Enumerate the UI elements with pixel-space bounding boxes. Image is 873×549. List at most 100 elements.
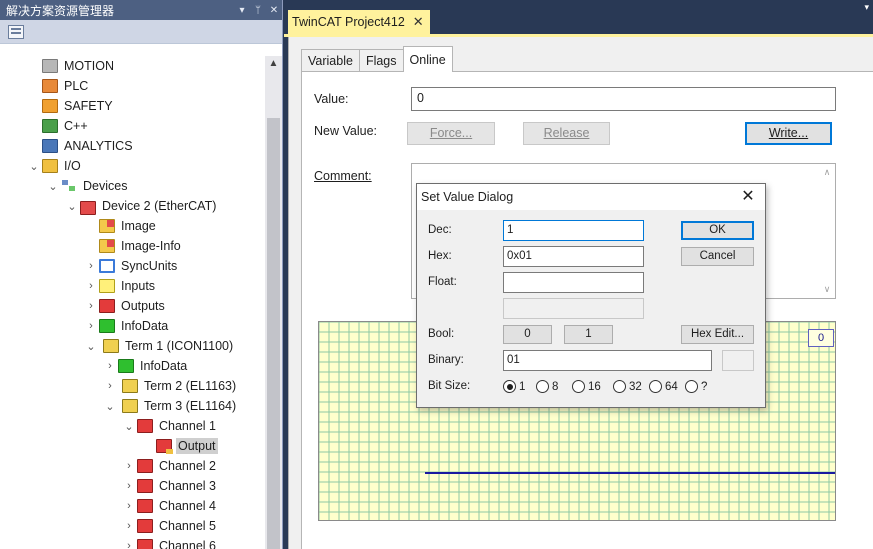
tab-flags[interactable]: Flags xyxy=(358,49,404,71)
tab-online[interactable]: Online xyxy=(402,46,453,72)
bit-size-option[interactable]: 8 xyxy=(536,380,558,393)
terminal-icon xyxy=(122,399,138,413)
expand-arrow-icon[interactable]: › xyxy=(121,518,137,534)
collapse-arrow-icon[interactable]: ⌄ xyxy=(121,418,137,434)
collapse-arrow-icon[interactable]: ⌄ xyxy=(26,158,42,174)
bool-1-button[interactable]: 1 xyxy=(564,325,613,344)
expand-arrow-icon[interactable]: › xyxy=(83,258,99,274)
radio-button[interactable] xyxy=(503,380,516,393)
tree-item[interactable]: C++ xyxy=(0,116,265,136)
dropdown-icon[interactable]: ▾ xyxy=(234,5,250,16)
close-tab-icon[interactable]: ✕ xyxy=(413,14,424,30)
tree-item[interactable]: ⌄ Channel 1 xyxy=(0,416,265,436)
release-button[interactable]: Release xyxy=(523,122,610,145)
expand-arrow-icon[interactable]: › xyxy=(83,278,99,294)
cancel-button[interactable]: Cancel xyxy=(681,247,754,266)
release-button-label: Release xyxy=(543,126,590,140)
expand-arrow-icon[interactable]: › xyxy=(121,498,137,514)
tree-item-label: MOTION xyxy=(64,59,114,73)
radio-button[interactable] xyxy=(649,380,662,393)
scroll-up-icon[interactable]: ∧ xyxy=(819,167,835,178)
comment-scrollbar[interactable]: ∧ ∨ xyxy=(819,164,835,298)
expand-arrow-icon[interactable]: › xyxy=(83,298,99,314)
tree-item[interactable]: ⌄ Term 1 (ICON1100) xyxy=(0,336,265,356)
radio-button[interactable] xyxy=(685,380,698,393)
tree-item[interactable]: › Term 2 (EL1163) xyxy=(0,376,265,396)
tree-scrollbar[interactable]: ▲ xyxy=(265,56,282,549)
tree-item[interactable]: Output xyxy=(0,436,265,456)
tree-item[interactable]: Image xyxy=(0,216,265,236)
force-button[interactable]: Force... xyxy=(407,122,495,145)
tree-item[interactable]: › Channel 6 xyxy=(0,536,265,549)
tree-item[interactable]: › Channel 4 xyxy=(0,496,265,516)
expand-arrow-icon[interactable]: › xyxy=(83,318,99,334)
tab-variable[interactable]: Variable xyxy=(301,49,360,71)
scroll-up-icon[interactable]: ▲ xyxy=(265,58,282,72)
bit-size-option[interactable]: ? xyxy=(685,380,707,393)
solution-explorer-panel: 解决方案资源管理器 ▾ ᛘ ✕ MOTION PLC SAFETY C++ ANALYT… xyxy=(0,0,283,549)
inputs-icon xyxy=(99,279,115,293)
radio-button[interactable] xyxy=(536,380,549,393)
outputs-icon xyxy=(99,299,115,313)
expand-arrow-icon[interactable]: › xyxy=(121,478,137,494)
comment-label-text: Comment: xyxy=(314,169,372,183)
tree-item-label: InfoData xyxy=(121,319,169,333)
expand-arrow-icon[interactable]: › xyxy=(102,378,118,394)
tree-item[interactable]: PLC xyxy=(0,76,265,96)
radio-button[interactable] xyxy=(613,380,626,393)
radio-button[interactable] xyxy=(572,380,585,393)
tree-item[interactable]: ANALYTICS xyxy=(0,136,265,156)
expand-arrow-icon[interactable]: › xyxy=(121,538,137,549)
hex-input[interactable]: 0x01 xyxy=(503,246,644,267)
scrollbar-thumb[interactable] xyxy=(267,118,280,549)
tree-item[interactable]: Image-Info xyxy=(0,236,265,256)
collapse-arrow-icon[interactable]: ⌄ xyxy=(64,198,80,214)
collapse-arrow-icon[interactable]: ⌄ xyxy=(83,338,99,354)
tree-item[interactable]: SAFETY xyxy=(0,96,265,116)
ok-button[interactable]: OK xyxy=(681,221,754,240)
expand-arrow-icon[interactable]: › xyxy=(102,358,118,374)
tree-item[interactable]: › Channel 2 xyxy=(0,456,265,476)
tree-item-label: Channel 1 xyxy=(159,419,216,433)
close-icon[interactable]: ✕ xyxy=(731,184,765,210)
scroll-down-icon[interactable]: ∨ xyxy=(819,284,835,295)
tree-item[interactable]: › Inputs xyxy=(0,276,265,296)
write-button[interactable]: Write... xyxy=(745,122,832,145)
close-icon[interactable]: ✕ xyxy=(266,5,282,16)
document-tab[interactable]: TwinCAT Project412 ✕ xyxy=(288,10,430,34)
bit-size-option[interactable]: 1 xyxy=(503,380,525,393)
tree-item[interactable]: › InfoData xyxy=(0,316,265,336)
channel-icon xyxy=(137,499,153,513)
tree-item[interactable]: › Channel 3 xyxy=(0,476,265,496)
dec-input[interactable]: 1 xyxy=(503,220,644,241)
hex-edit-button[interactable]: Hex Edit... xyxy=(681,325,754,344)
collapse-all-icon[interactable] xyxy=(8,24,24,39)
tree-item[interactable]: › Outputs xyxy=(0,296,265,316)
collapse-arrow-icon[interactable]: ⌄ xyxy=(102,398,118,414)
force-button-label: Force... xyxy=(429,126,473,140)
bit-size-option-label: 32 xyxy=(629,380,642,393)
tree-item[interactable]: ⌄ I/O xyxy=(0,156,265,176)
binary-input[interactable]: 01 xyxy=(503,350,712,371)
expand-arrow-icon[interactable]: › xyxy=(121,458,137,474)
bit-size-option[interactable]: 16 xyxy=(572,380,601,393)
tree-item[interactable]: › InfoData xyxy=(0,356,265,376)
tab-overflow-icon[interactable]: ▾ xyxy=(864,2,869,13)
collapse-arrow-icon[interactable]: ⌄ xyxy=(45,178,61,194)
bool-0-button[interactable]: 0 xyxy=(503,325,552,344)
tree-item[interactable]: ⌄ Devices xyxy=(0,176,265,196)
float-input[interactable] xyxy=(503,272,644,293)
ethercat-device-icon xyxy=(80,200,96,215)
pin-icon[interactable]: ᛘ xyxy=(250,5,266,16)
tree-item[interactable]: › SyncUnits xyxy=(0,256,265,276)
tree-item[interactable]: › Channel 5 xyxy=(0,516,265,536)
tree-item-label: I/O xyxy=(64,159,81,173)
tree-item[interactable]: MOTION xyxy=(0,56,265,76)
bit-size-option[interactable]: 32 xyxy=(613,380,642,393)
tree-item[interactable]: ⌄ Device 2 (EtherCAT) xyxy=(0,196,265,216)
tree-item[interactable]: ⌄ Term 3 (EL1164) xyxy=(0,396,265,416)
bit-size-option[interactable]: 64 xyxy=(649,380,678,393)
new-value-label: New Value: xyxy=(314,124,377,138)
